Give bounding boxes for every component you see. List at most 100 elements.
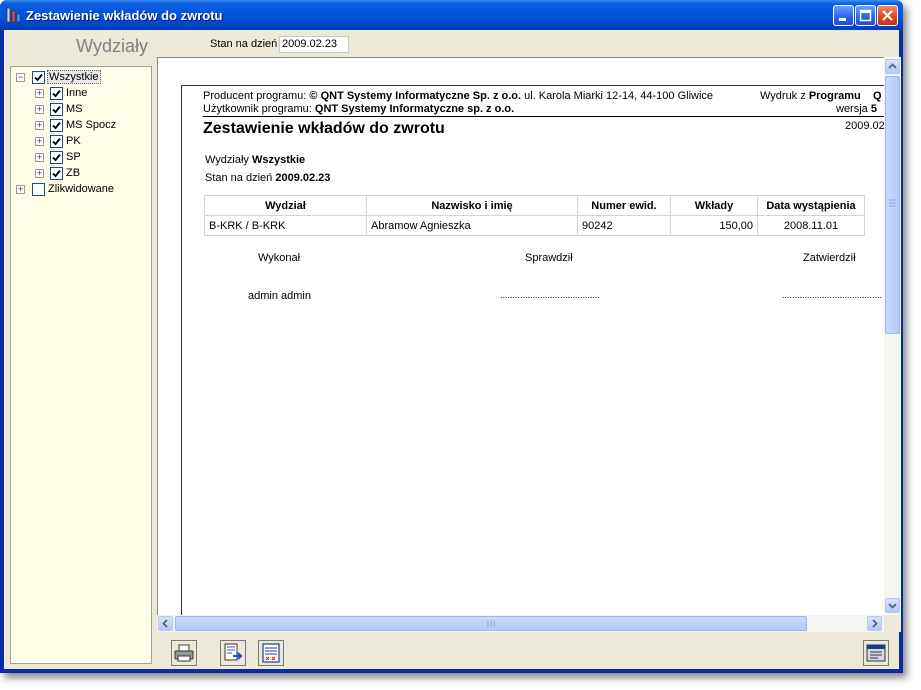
scroll-up-button[interactable]	[885, 59, 900, 74]
version-value: 5	[870, 103, 877, 115]
date-input[interactable]: 2009.02.23	[279, 36, 349, 53]
checkbox-inne[interactable]	[50, 87, 63, 100]
dept-label: Wydziały	[205, 154, 249, 166]
checkmark-icon	[52, 89, 61, 98]
printout-label: Wydruk z	[760, 90, 806, 102]
producer-line: Producent programu: © QNT Systemy Inform…	[203, 90, 713, 102]
checkmark-icon	[52, 153, 61, 162]
export-icon	[224, 643, 243, 661]
tree-label-pk: PK	[66, 135, 81, 147]
checkbox-pk[interactable]	[50, 135, 63, 148]
checkbox-ms-spocz[interactable]	[50, 119, 63, 132]
scroll-corner	[884, 615, 901, 632]
version-line: wersja 5	[836, 103, 877, 115]
col-header-data: Data wystąpienia	[757, 195, 865, 216]
checked-signature-line: ........................................	[500, 290, 601, 300]
cell-wydzial: B-KRK / B-KRK	[204, 215, 367, 236]
tree-label-zlikwidowane: Zlikwidowane	[48, 183, 115, 195]
checkbox-sp[interactable]	[50, 151, 63, 164]
page-border-top	[181, 85, 884, 86]
chevron-right-icon	[872, 619, 878, 628]
scroll-left-button[interactable]	[158, 616, 173, 631]
window-title: Zestawienie wkładów do zwrotu	[26, 8, 223, 23]
producer-label: Producent programu:	[203, 90, 307, 102]
cell-nazwisko: Abramow Agnieszka	[366, 215, 578, 236]
expand-icon[interactable]: +	[35, 121, 44, 130]
expand-icon[interactable]: +	[35, 169, 44, 178]
page-setup-button[interactable]	[258, 640, 284, 666]
report-preview[interactable]	[157, 57, 886, 617]
chevron-up-icon	[888, 63, 897, 69]
cell-numer: 90242	[577, 215, 671, 236]
user-line: Użytkownik programu: QNT Systemy Informa…	[203, 103, 514, 115]
app-icon	[6, 7, 22, 23]
performer-name: admin admin	[248, 290, 311, 302]
col-header-wklady: Wkłady	[670, 195, 758, 216]
print-icon	[174, 644, 194, 662]
table-header-row: Wydział Nazwisko i imię Numer ewid. Wkła…	[204, 195, 865, 216]
col-header-nazwisko: Nazwisko i imię	[366, 195, 578, 216]
scroll-down-button[interactable]	[885, 598, 900, 613]
cell-data: 2008.11.01	[757, 215, 865, 236]
producer-name: © QNT Systemy Informatyczne Sp. z o.o.	[309, 90, 522, 102]
signature-performed-label: Wykonał	[258, 252, 301, 264]
col-header-wydzial: Wydział	[204, 195, 367, 216]
report-date-value: 2009.02.23	[275, 172, 331, 184]
print-button[interactable]	[171, 640, 197, 666]
col-header-numer: Numer ewid.	[577, 195, 671, 216]
dept-value: Wszystkie	[251, 154, 306, 166]
close-button[interactable]	[877, 5, 898, 26]
printout-value: Programu	[808, 90, 861, 102]
title-bar[interactable]: Zestawienie wkładów do zwrotu	[0, 0, 903, 30]
header-divider	[203, 116, 884, 117]
export-button[interactable]	[220, 640, 246, 666]
user-label: Użytkownik programu:	[203, 103, 312, 115]
checkbox-ms[interactable]	[50, 103, 63, 116]
expand-icon[interactable]: +	[35, 137, 44, 146]
checkbox-zlikwidowane[interactable]	[32, 183, 45, 196]
close-preview-icon	[866, 644, 886, 662]
cell-wklady: 150,00	[670, 215, 758, 236]
expand-icon[interactable]: +	[35, 105, 44, 114]
report-date-line: Stan na dzień 2009.02.23	[205, 172, 330, 184]
expand-icon[interactable]: +	[35, 89, 44, 98]
close-preview-button[interactable]	[863, 640, 889, 666]
minimize-button[interactable]	[833, 5, 854, 26]
checkmark-icon	[52, 169, 61, 178]
tree-label-sp: SP	[66, 151, 81, 163]
checkbox-wszystkie[interactable]	[32, 71, 45, 84]
checkmark-icon	[52, 137, 61, 146]
checkmark-icon	[34, 73, 43, 82]
expand-icon[interactable]: +	[16, 185, 25, 194]
departments-panel: Wydziały − Wszystkie + Inne + MS + MS Sp…	[4, 30, 154, 669]
departments-title: Wydziały	[76, 36, 148, 56]
date-label: Stan na dzień	[210, 38, 278, 50]
tree-label-inne: Inne	[66, 87, 88, 99]
producer-address: ul. Karola Miarki 12-14, 44-100 Gliwice	[524, 90, 714, 102]
dept-line: Wydziały Wszystkie	[205, 154, 305, 166]
departments-tree[interactable]: − Wszystkie + Inne + MS + MS Spocz + PK …	[10, 66, 152, 664]
user-name: QNT Systemy Informatyczne sp. z o.o.	[314, 103, 515, 115]
report-date-label: Stan na dzień	[205, 172, 273, 184]
checkbox-zb[interactable]	[50, 167, 63, 180]
tree-label-ms: MS	[66, 103, 83, 115]
tree-label-ms-spocz: MS Spocz	[66, 119, 117, 131]
approved-signature-line: ........................................	[782, 290, 883, 300]
version-label: wersja	[836, 103, 868, 115]
collapse-icon[interactable]: −	[16, 73, 25, 82]
tree-label-zb: ZB	[66, 167, 81, 179]
maximize-button[interactable]	[855, 5, 876, 26]
print-date: 2009.02	[845, 120, 885, 132]
signature-approved-label: Zatwierdził	[803, 252, 856, 264]
tree-label-wszystkie: Wszystkie	[47, 70, 101, 84]
scroll-right-button[interactable]	[867, 616, 882, 631]
chevron-left-icon	[162, 619, 168, 628]
vertical-scroll-thumb[interactable]	[885, 76, 900, 334]
checkmark-icon	[52, 121, 61, 130]
page-border-left	[181, 85, 182, 615]
horizontal-scroll-thumb[interactable]	[175, 616, 807, 631]
checkmark-icon	[52, 105, 61, 114]
expand-icon[interactable]: +	[35, 153, 44, 162]
page-setup-icon	[262, 643, 280, 663]
table-row: B-KRK / B-KRK Abramow Agnieszka 90242 15…	[204, 215, 865, 236]
